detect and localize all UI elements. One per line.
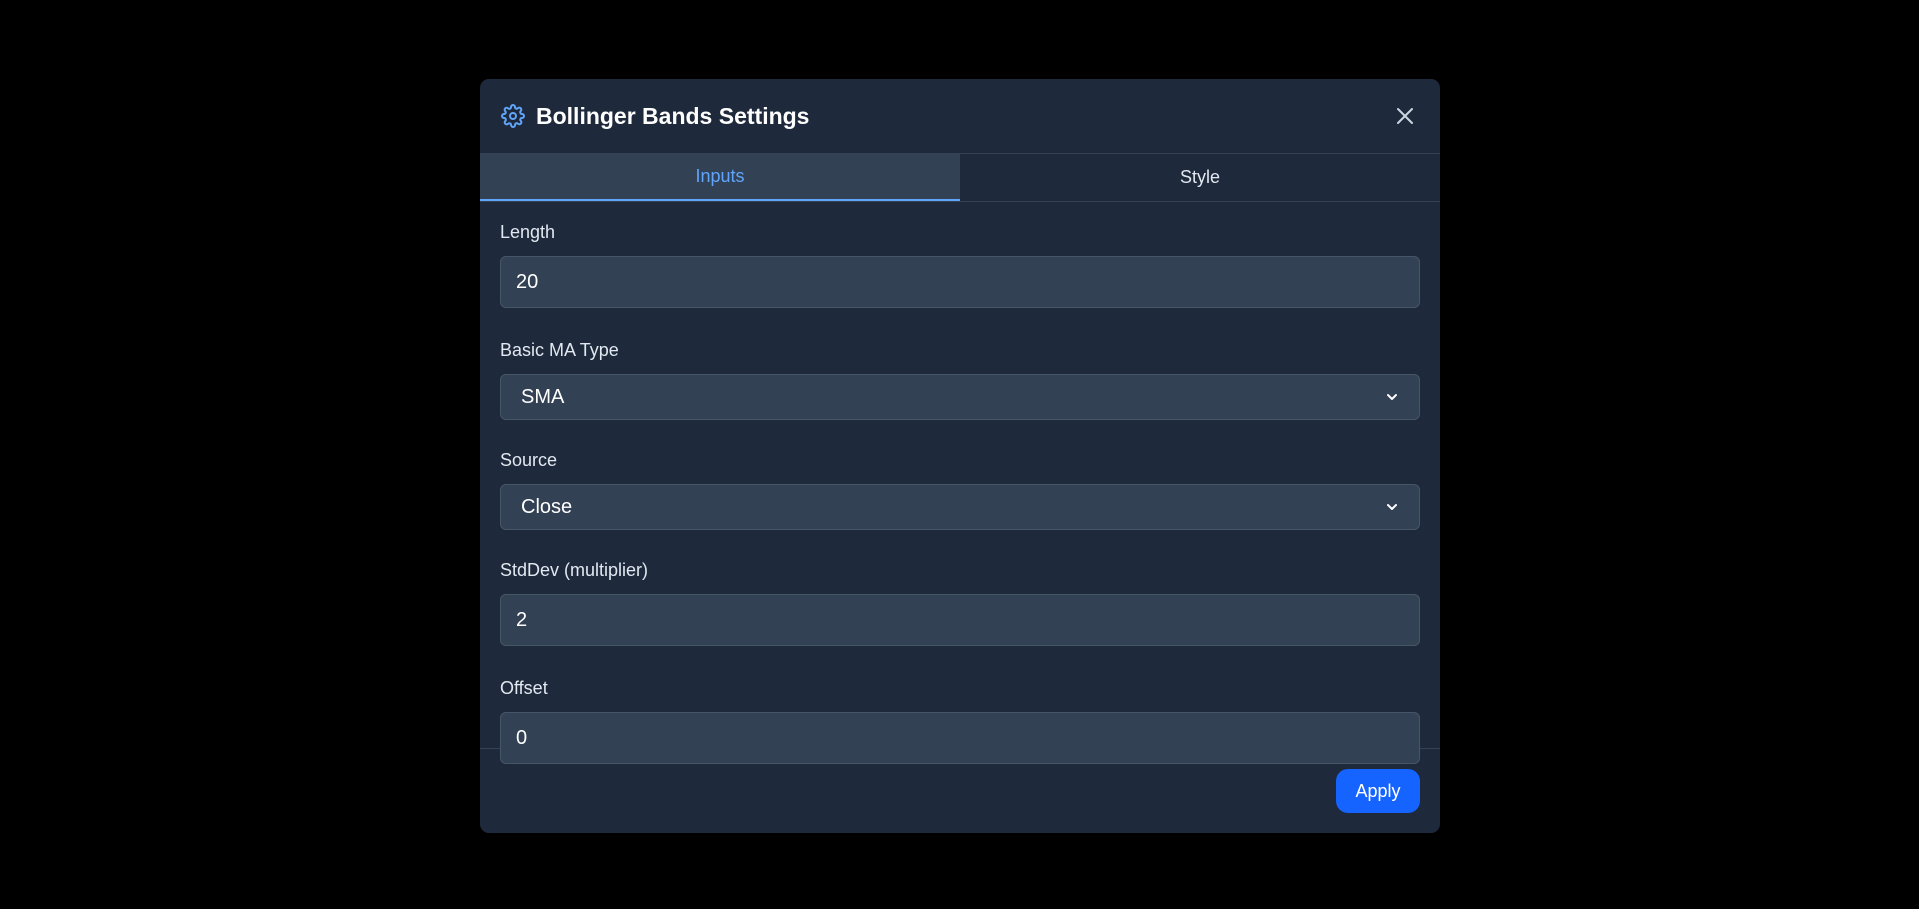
dialog-header: Bollinger Bands Settings	[480, 79, 1440, 154]
source-select[interactable]: Close	[500, 484, 1420, 530]
ma-type-value: SMA	[521, 385, 565, 408]
settings-dialog: Bollinger Bands Settings Inputs Style Le…	[480, 79, 1440, 833]
settings-form: Length Basic MA Type SMA Source Close St…	[480, 202, 1440, 764]
ma-type-label: Basic MA Type	[500, 340, 619, 360]
chevron-down-icon	[1387, 394, 1397, 400]
tab-inputs[interactable]: Inputs	[480, 154, 960, 201]
tab-bar: Inputs Style	[480, 154, 1440, 202]
length-input[interactable]	[500, 256, 1420, 308]
length-label: Length	[500, 222, 556, 242]
apply-button[interactable]: Apply	[1336, 769, 1420, 813]
chevron-down-icon	[1387, 504, 1397, 510]
stddev-label: StdDev (multiplier)	[500, 560, 649, 580]
ma-type-select[interactable]: SMA	[500, 374, 1420, 420]
close-icon	[1397, 108, 1413, 124]
source-label: Source	[500, 450, 558, 470]
dialog-footer: Apply	[480, 749, 1440, 833]
close-button[interactable]	[1390, 101, 1420, 131]
offset-label: Offset	[500, 678, 548, 698]
stddev-input[interactable]	[500, 594, 1420, 646]
gear-icon	[500, 103, 526, 129]
tab-style[interactable]: Style	[960, 154, 1440, 201]
source-value: Close	[521, 495, 573, 518]
dialog-title: Bollinger Bands Settings	[536, 102, 810, 129]
